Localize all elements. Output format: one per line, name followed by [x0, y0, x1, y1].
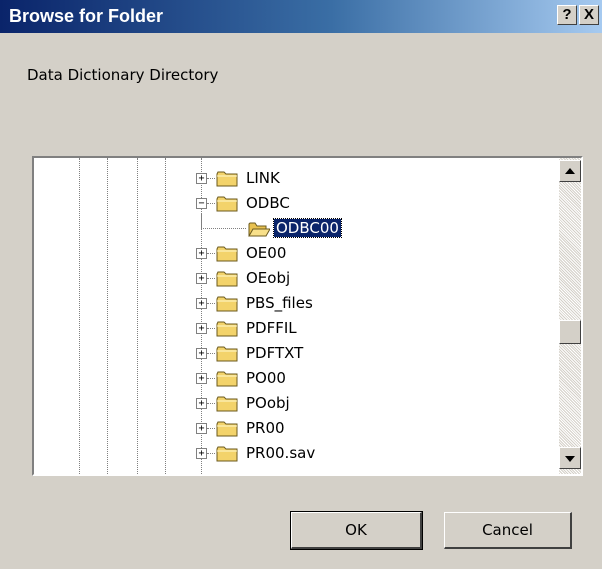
folder-icon [216, 321, 238, 337]
expand-icon[interactable]: + [196, 398, 207, 409]
tree-item-label: PDFTXT [246, 344, 304, 362]
close-icon: X [583, 6, 594, 23]
tree-connector [207, 403, 215, 404]
tree-item-label: OE00 [246, 244, 287, 262]
tree-item-odbc[interactable]: − ODBC [34, 192, 554, 217]
folder-icon [216, 246, 238, 262]
tree-item-label-selected: ODBC00 [273, 218, 342, 238]
tree-item-poobj[interactable]: + POobj [34, 392, 554, 417]
tree-item-label: POobj [246, 394, 290, 412]
arrow-down-icon [565, 456, 575, 462]
tree-item-label: PDFFIL [246, 319, 297, 337]
window-title: Browse for Folder [9, 6, 164, 26]
tree-item-pr00-sav[interactable]: + PR00.sav [34, 442, 554, 467]
tree-item-pdffil[interactable]: + PDFFIL [34, 317, 554, 342]
expand-icon[interactable]: + [196, 423, 207, 434]
close-button[interactable]: X [579, 5, 599, 25]
folder-icon [216, 296, 238, 312]
scrollbar-track[interactable] [559, 158, 581, 474]
expand-icon[interactable]: + [196, 298, 207, 309]
expand-icon[interactable]: + [196, 173, 207, 184]
collapse-icon[interactable]: − [196, 198, 207, 209]
tree-connector [201, 214, 246, 229]
scrollbar-thumb[interactable] [559, 320, 581, 344]
browse-for-folder-dialog: Browse for Folder ? X Data Dictionary Di… [0, 0, 602, 569]
open-folder-icon [248, 222, 270, 237]
folder-icon [216, 396, 238, 412]
tree-item-oe00[interactable]: + OE00 [34, 242, 554, 267]
tree-item-pbs-files[interactable]: + PBS_files [34, 292, 554, 317]
title-bar[interactable]: Browse for Folder ? X [0, 0, 602, 33]
help-icon: ? [562, 6, 572, 23]
folder-icon [216, 346, 238, 362]
folder-icon [216, 196, 238, 212]
scroll-down-button[interactable] [559, 447, 581, 469]
tree-item-label: OEobj [246, 269, 291, 287]
tree-connector [207, 328, 215, 329]
expand-icon[interactable]: + [196, 373, 207, 384]
tree-item-label: PR00 [246, 419, 285, 437]
tree-connector [207, 453, 215, 454]
tree-connector [207, 253, 215, 254]
tree-connector [207, 428, 215, 429]
tree-item-pr00[interactable]: + PR00 [34, 417, 554, 442]
arrow-up-icon [565, 168, 575, 174]
tree-connector [207, 178, 215, 179]
tree-item-label: ODBC [246, 194, 290, 212]
ok-button[interactable]: OK [290, 511, 423, 550]
help-button[interactable]: ? [557, 5, 577, 25]
expand-icon[interactable]: + [196, 248, 207, 259]
tree-item-label: LINK [246, 169, 280, 187]
scroll-up-button[interactable] [559, 160, 581, 182]
folder-icon [216, 446, 238, 462]
tree-connector [207, 278, 215, 279]
tree-connector [207, 378, 215, 379]
tree-item-odbc00[interactable]: ODBC00 [34, 214, 554, 242]
tree-connector [207, 303, 215, 304]
expand-icon[interactable]: + [196, 323, 207, 334]
folder-tree[interactable]: + LINK − ODBC ODBC00 + OE00 + OEobj + PB… [32, 156, 583, 476]
folder-icon [216, 171, 238, 187]
folder-icon [216, 421, 238, 437]
tree-connector [207, 353, 215, 354]
expand-icon[interactable]: + [196, 348, 207, 359]
folder-icon [216, 371, 238, 387]
tree-item-label: PR00.sav [246, 444, 316, 462]
tree-item-link[interactable]: + LINK [34, 167, 554, 192]
expand-icon[interactable]: + [196, 448, 207, 459]
tree-item-pdftxt[interactable]: + PDFTXT [34, 342, 554, 367]
tree-item-po00[interactable]: + PO00 [34, 367, 554, 392]
folder-icon [216, 271, 238, 287]
tree-item-oeobj[interactable]: + OEobj [34, 267, 554, 292]
description-label: Data Dictionary Directory [27, 66, 219, 84]
vertical-scrollbar[interactable] [559, 158, 581, 474]
tree-connector [207, 203, 215, 204]
cancel-button[interactable]: Cancel [444, 512, 572, 549]
tree-item-label: PO00 [246, 369, 286, 387]
tree-item-label: PBS_files [246, 294, 313, 312]
expand-icon[interactable]: + [196, 273, 207, 284]
